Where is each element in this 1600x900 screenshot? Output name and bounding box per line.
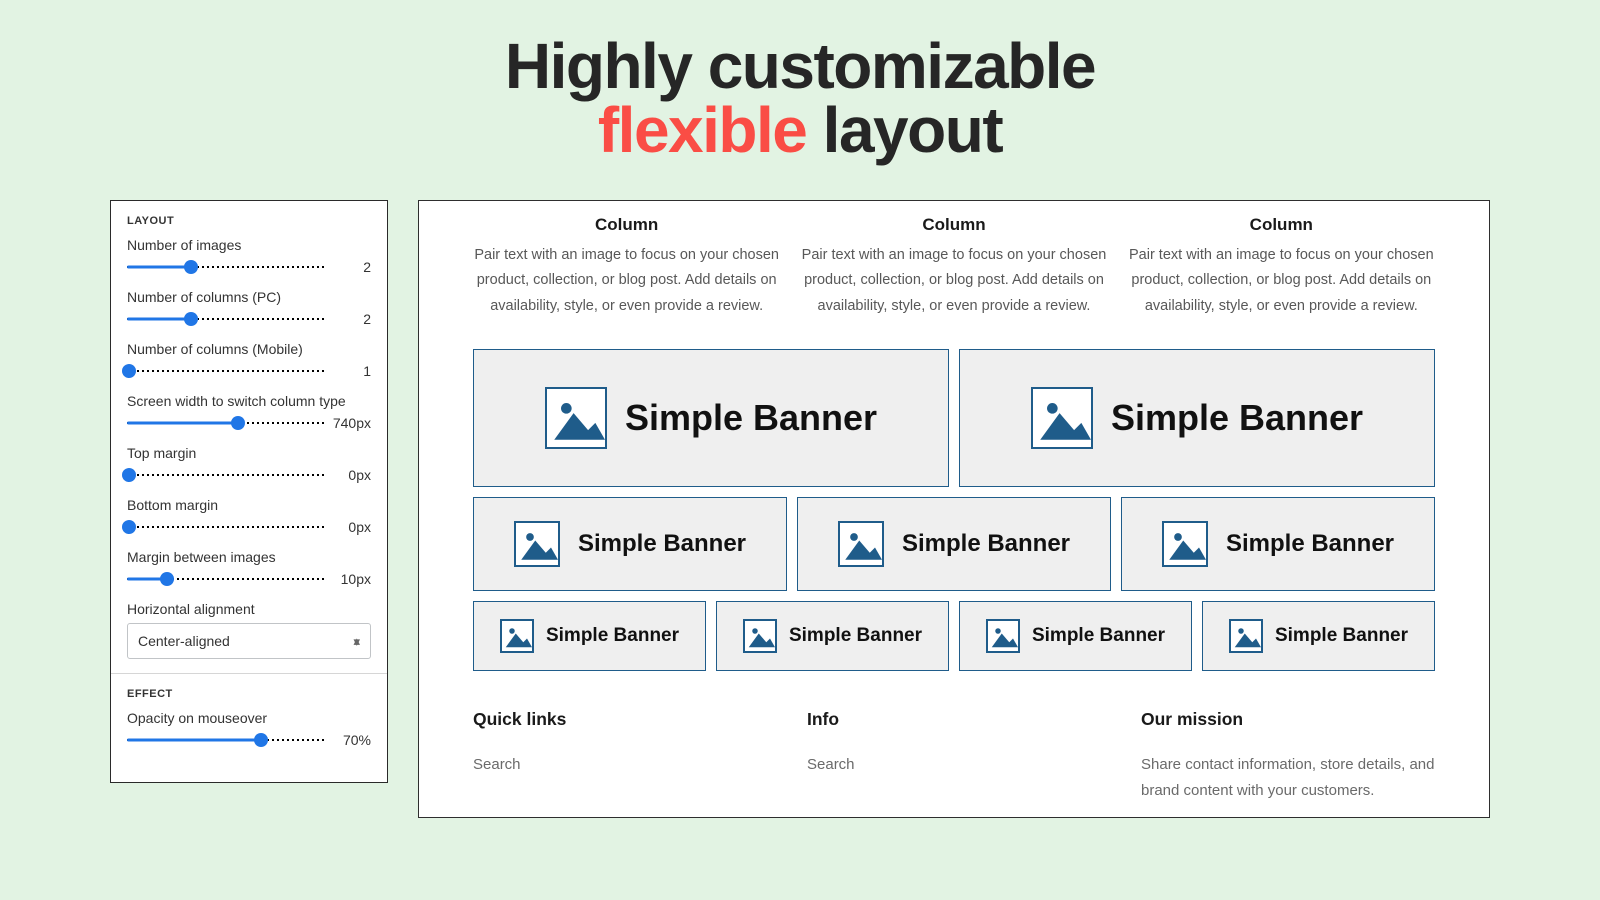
image-placeholder-icon: [743, 619, 777, 653]
settings-panel: LAYOUT Number of images 2 Number of colu…: [110, 200, 388, 783]
banner-item[interactable]: Simple Banner: [473, 497, 787, 591]
image-placeholder-icon: [1162, 521, 1208, 567]
hero-title: Highly customizable flexible layout: [0, 34, 1600, 162]
footer-quick-links: Quick links Search: [473, 709, 767, 805]
banner-item[interactable]: Simple Banner: [1121, 497, 1435, 591]
column-title: Column: [473, 215, 780, 235]
preview-text-column: Column Pair text with an image to focus …: [473, 215, 780, 319]
control-label: Number of columns (Mobile): [127, 341, 371, 357]
footer-body: Share contact information, store details…: [1141, 752, 1435, 805]
banner-item[interactable]: Simple Banner: [716, 601, 949, 671]
column-body: Pair text with an image to focus on your…: [473, 243, 780, 319]
banner-row-small: Simple Banner Simple Banner Simple Banne…: [473, 601, 1435, 671]
hero-headline: Highly customizable flexible layout: [0, 0, 1600, 176]
select-horizontal-alignment[interactable]: Center-aligned ▴▾: [127, 623, 371, 659]
slider-image-gap[interactable]: [127, 572, 327, 586]
control-label: Bottom margin: [127, 497, 371, 513]
banner-label: Simple Banner: [902, 530, 1070, 558]
banner-label: Simple Banner: [789, 625, 922, 647]
control-label: Top margin: [127, 445, 371, 461]
control-label: Opacity on mouseover: [127, 710, 371, 726]
footer-title: Quick links: [473, 709, 767, 730]
banner-label: Simple Banner: [625, 397, 877, 439]
slider-top-margin[interactable]: [127, 468, 327, 482]
preview-text-column: Column Pair text with an image to focus …: [800, 215, 1107, 319]
banner-label: Simple Banner: [546, 625, 679, 647]
banner-item[interactable]: Simple Banner: [959, 601, 1192, 671]
footer-title: Our mission: [1141, 709, 1435, 730]
banner-row-medium: Simple Banner Simple Banner Simple Banne…: [473, 497, 1435, 591]
hero-after-accent: layout: [823, 94, 1002, 166]
control-label: Margin between images: [127, 549, 371, 565]
slider-breakpoint[interactable]: [127, 416, 325, 430]
image-placeholder-icon: [838, 521, 884, 567]
slider-value: 2: [335, 259, 371, 275]
column-body: Pair text with an image to focus on your…: [800, 243, 1107, 319]
banner-item[interactable]: Simple Banner: [959, 349, 1435, 487]
control-label: Number of images: [127, 237, 371, 253]
slider-value: 2: [335, 311, 371, 327]
column-title: Column: [800, 215, 1107, 235]
control-image-gap: Margin between images 10px: [127, 549, 371, 587]
control-label: Number of columns (PC): [127, 289, 371, 305]
control-columns-pc: Number of columns (PC) 2: [127, 289, 371, 327]
image-placeholder-icon: [545, 387, 607, 449]
column-title: Column: [1128, 215, 1435, 235]
section-title-effect: EFFECT: [127, 688, 371, 700]
slider-number-of-images[interactable]: [127, 260, 327, 274]
slider-columns-pc[interactable]: [127, 312, 327, 326]
control-label: Screen width to switch column type: [127, 393, 371, 409]
preview-footer: Quick links Search Info Search Our missi…: [473, 709, 1435, 805]
select-updown-icon: ▴▾: [353, 641, 360, 642]
control-number-of-images: Number of images 2: [127, 237, 371, 275]
footer-title: Info: [807, 709, 1101, 730]
panel-divider: [111, 673, 387, 674]
live-preview: Column Pair text with an image to focus …: [418, 200, 1490, 818]
slider-value: 0px: [335, 519, 371, 535]
slider-value: 0px: [335, 467, 371, 483]
preview-text-columns: Column Pair text with an image to focus …: [473, 215, 1435, 319]
control-label: Horizontal alignment: [127, 601, 371, 617]
image-placeholder-icon: [514, 521, 560, 567]
control-top-margin: Top margin 0px: [127, 445, 371, 483]
banner-label: Simple Banner: [1275, 625, 1408, 647]
slider-value: 10px: [335, 571, 371, 587]
control-breakpoint: Screen width to switch column type 740px: [127, 393, 371, 431]
preview-text-column: Column Pair text with an image to focus …: [1128, 215, 1435, 319]
footer-mission: Our mission Share contact information, s…: [1141, 709, 1435, 805]
footer-link[interactable]: Search: [807, 752, 1101, 778]
banner-item[interactable]: Simple Banner: [1202, 601, 1435, 671]
control-columns-mobile: Number of columns (Mobile) 1: [127, 341, 371, 379]
control-opacity: Opacity on mouseover 70%: [127, 710, 371, 748]
column-body: Pair text with an image to focus on your…: [1128, 243, 1435, 319]
image-placeholder-icon: [986, 619, 1020, 653]
select-value: Center-aligned: [138, 633, 230, 649]
slider-value: 70%: [335, 732, 371, 748]
footer-link[interactable]: Search: [473, 752, 767, 778]
image-placeholder-icon: [500, 619, 534, 653]
hero-line1: Highly customizable: [505, 30, 1095, 102]
footer-info: Info Search: [807, 709, 1101, 805]
slider-columns-mobile[interactable]: [127, 364, 327, 378]
image-placeholder-icon: [1229, 619, 1263, 653]
hero-accent: flexible: [598, 94, 807, 166]
control-horizontal-alignment: Horizontal alignment Center-aligned ▴▾: [127, 601, 371, 659]
banner-label: Simple Banner: [1226, 530, 1394, 558]
banner-label: Simple Banner: [1111, 397, 1363, 439]
slider-value: 740px: [333, 415, 371, 431]
section-title-layout: LAYOUT: [127, 215, 371, 227]
banner-item[interactable]: Simple Banner: [473, 601, 706, 671]
banner-label: Simple Banner: [578, 530, 746, 558]
image-placeholder-icon: [1031, 387, 1093, 449]
slider-value: 1: [335, 363, 371, 379]
banner-item[interactable]: Simple Banner: [473, 349, 949, 487]
banner-item[interactable]: Simple Banner: [797, 497, 1111, 591]
banner-row-large: Simple Banner Simple Banner: [473, 349, 1435, 487]
slider-opacity[interactable]: [127, 733, 327, 747]
slider-bottom-margin[interactable]: [127, 520, 327, 534]
control-bottom-margin: Bottom margin 0px: [127, 497, 371, 535]
banner-label: Simple Banner: [1032, 625, 1165, 647]
